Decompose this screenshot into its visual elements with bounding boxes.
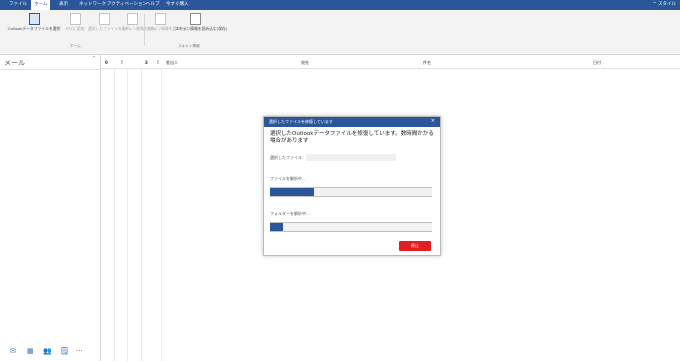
sidebar: メール ^ ✉ ▦ 👥 🗒 ···: [0, 55, 101, 361]
close-icon[interactable]: ×: [431, 118, 435, 124]
load-scan-info-button[interactable]: スキャン情報を読み込む: [146, 12, 188, 32]
folder-progress-label: フォルダーを解析中...: [270, 211, 310, 216]
column-divider: [127, 69, 128, 361]
tab-buy-now[interactable]: 今すぐ購入: [163, 0, 192, 10]
stop-button[interactable]: 停止: [399, 241, 431, 251]
save-icon: [126, 12, 138, 25]
column-date[interactable]: 日付: [593, 60, 601, 66]
column-subject[interactable]: 件名: [423, 60, 431, 66]
column-to[interactable]: 宛先: [301, 60, 309, 66]
tab-home[interactable]: ホーム: [31, 0, 51, 10]
dialog-title: 選択したファイルを修復しています: [269, 119, 333, 124]
column-divider: [161, 69, 162, 361]
tab-file[interactable]: ファイル: [6, 0, 30, 10]
open-file-icon: [28, 12, 40, 25]
file-progress-fill: [270, 188, 314, 196]
scan-file-icon: [189, 12, 201, 25]
sidebar-divider: [0, 69, 100, 70]
tab-help[interactable]: ヘルプ: [143, 0, 163, 10]
calendar-icon[interactable]: ▦: [27, 347, 34, 355]
tab-view[interactable]: 表示: [56, 0, 71, 10]
contacts-icon[interactable]: 👥: [43, 347, 52, 355]
repair-progress-dialog: 選択したファイルを修復しています × 選択したOutlookデータファイルを修復…: [263, 116, 441, 256]
dialog-titlebar: 選択したファイルを修復しています ×: [264, 117, 440, 127]
load-scan-info-saved-button[interactable]: スキャン情報を読み込む(保存): [175, 12, 227, 32]
column-header: 0 ! 3 ! 差出人 宛先 件名 日付: [101, 59, 680, 69]
folder-progress-fill: [270, 223, 283, 231]
file-progress-label: ファイルを解析中...: [270, 176, 306, 181]
column-flag[interactable]: 3: [145, 60, 148, 65]
file-progress-bar: [270, 187, 432, 197]
ribbon: Outlookデータファイルを選択 PSTに変換 選択したファイルを表示 スキャ…: [0, 10, 680, 55]
load-icon: [154, 12, 166, 25]
folder-progress-bar: [270, 222, 432, 232]
column-from[interactable]: 差出人: [166, 60, 178, 66]
group-label-home: ホーム: [70, 44, 81, 48]
sidebar-title: メール: [4, 59, 25, 67]
column-divider: [114, 69, 115, 361]
collapse-icon[interactable]: ^: [92, 56, 96, 62]
mail-icon[interactable]: ✉: [10, 347, 16, 355]
style-menu[interactable]: ^ スタイル: [653, 0, 676, 10]
save-scan-info-button[interactable]: スキャン情報を保存: [121, 12, 155, 32]
show-selected-file-button[interactable]: 選択したファイルを表示: [88, 12, 130, 32]
menu-bar: ファイル ホーム 表示 ネットワーク アクティベーション ヘルプ 今すぐ購入 ^…: [0, 0, 680, 10]
more-icon[interactable]: ···: [76, 347, 83, 355]
column-attachment[interactable]: 0: [105, 60, 108, 65]
column-importance[interactable]: !: [121, 60, 123, 65]
selected-file-path: [306, 154, 396, 161]
select-outlook-file-button[interactable]: Outlookデータファイルを選択: [6, 12, 62, 32]
selected-file-label: 選択したファイル：: [270, 155, 306, 160]
document-icon: [98, 12, 110, 25]
navigation-bar: ✉ ▦ 👥 🗒 ···: [0, 344, 100, 361]
ribbon-separator: [144, 14, 145, 46]
column-status[interactable]: !: [157, 60, 159, 65]
dialog-heading: 選択したOutlookデータファイルを修復しています。数時間かかる場合があります: [270, 131, 434, 144]
tasks-icon[interactable]: 🗒: [60, 347, 69, 355]
convert-icon: [69, 12, 81, 25]
column-divider: [141, 69, 142, 361]
group-label-scan-info: スキャン情報: [178, 44, 200, 48]
convert-to-pst-button[interactable]: PSTに変換: [64, 12, 86, 32]
